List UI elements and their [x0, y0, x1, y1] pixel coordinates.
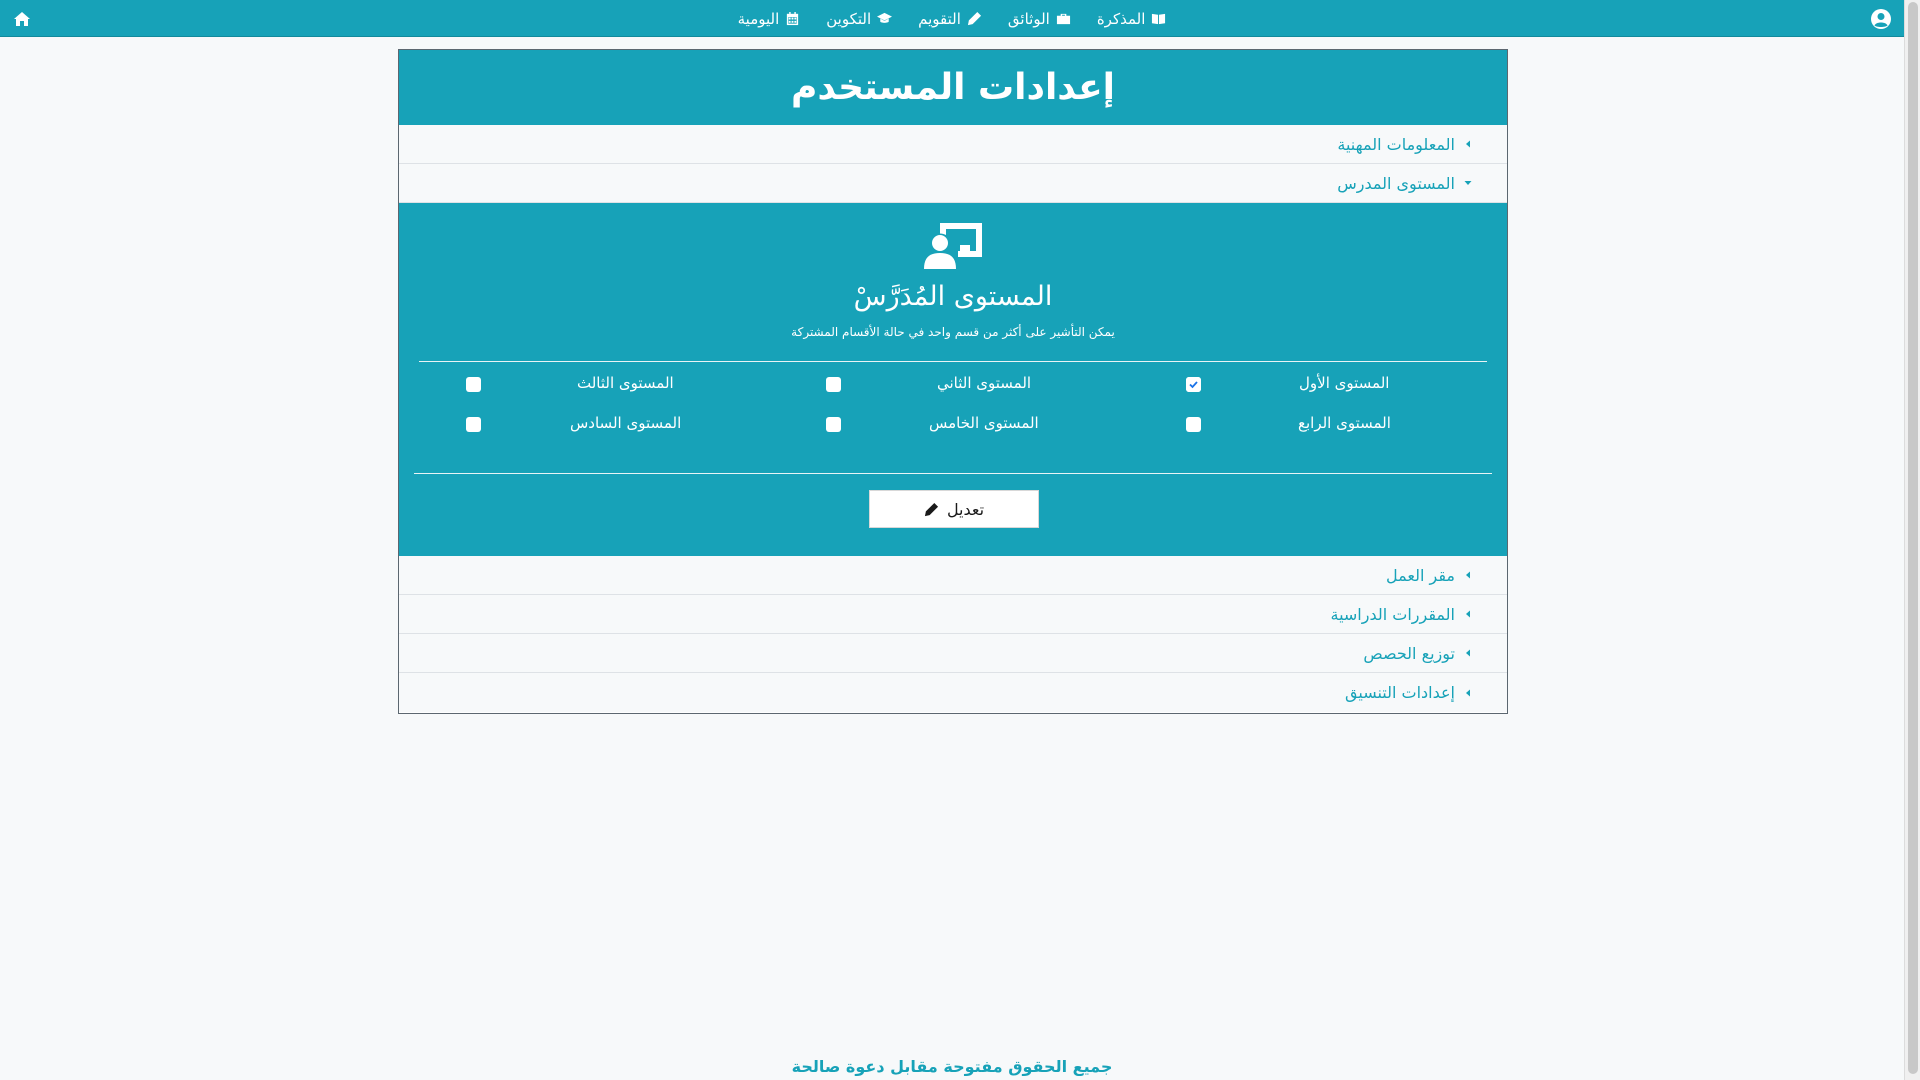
- nav-label: اليومية: [737, 9, 780, 28]
- accordion-label: المقررات الدراسية: [1330, 604, 1455, 624]
- level-6-checkbox[interactable]: [466, 417, 481, 432]
- nav-item-evaluation[interactable]: التقويم: [918, 10, 982, 28]
- caret-left-icon: [1466, 140, 1470, 148]
- nav-label: الوثائق: [1007, 9, 1050, 28]
- user-circle-icon[interactable]: [1870, 8, 1892, 30]
- nav-item-training[interactable]: التكوين: [826, 9, 893, 28]
- accordion-label: إعدادات التنسيق: [1345, 683, 1455, 702]
- accordion-label: مقر العمل: [1386, 565, 1455, 585]
- accordion-format-settings[interactable]: إعدادات التنسيق: [399, 673, 1507, 712]
- nav-item-notebook[interactable]: المذكرة: [1097, 10, 1167, 28]
- level-3-label: المستوى الثالث: [577, 374, 674, 392]
- caret-down-icon: [1464, 181, 1472, 185]
- accordion-workplace[interactable]: مقر العمل: [399, 556, 1507, 595]
- caret-left-icon: [1466, 610, 1470, 618]
- caret-left-icon: [1466, 649, 1470, 657]
- edit-button-label: تعديل: [946, 499, 985, 519]
- caret-left-icon: [1466, 571, 1470, 579]
- main-nav: المذكرة الوثائق التقويم التكوين اليومية: [0, 0, 1904, 37]
- level-3-checkbox[interactable]: [466, 377, 481, 392]
- edit-button[interactable]: تعديل: [869, 490, 1039, 528]
- accordion-label: المستوى المدرس: [1337, 173, 1455, 193]
- caret-left-icon: [1466, 689, 1470, 696]
- calendar-icon: [787, 11, 799, 26]
- accordion-professional-info[interactable]: المعلومات المهنية: [399, 125, 1507, 164]
- level-5-label: المستوى الخامس: [929, 414, 1039, 432]
- level-4-label: المستوى الرابع: [1298, 414, 1391, 432]
- accordion-curricula[interactable]: المقررات الدراسية: [399, 595, 1507, 634]
- page-title: إعدادات المستخدم: [399, 50, 1507, 125]
- nav-item-documents[interactable]: الوثائق: [1008, 10, 1071, 28]
- level-1-checkbox[interactable]: [1186, 377, 1201, 392]
- level-5-checkbox[interactable]: [826, 417, 841, 432]
- pencil-icon: [924, 502, 938, 516]
- user-settings-card: إعدادات المستخدم المعلومات المهنية المست…: [398, 49, 1508, 714]
- level-2-checkbox[interactable]: [826, 377, 841, 392]
- footer-text: جميع الحقوق مفتوحة مقابل دعوة صالحة: [791, 1057, 1113, 1076]
- nav-label: التقويم: [918, 9, 961, 28]
- accordion-label: توزيع الحصص: [1363, 643, 1455, 663]
- chalkboard-teacher-icon: [924, 223, 982, 269]
- pencil-icon: [967, 11, 981, 26]
- graduation-cap-icon: [877, 12, 893, 23]
- panel-title: المستوى المُدَرَّسْ: [853, 281, 1053, 312]
- accordion-timetable[interactable]: توزيع الحصص: [399, 634, 1507, 673]
- nav-item-daily[interactable]: اليومية: [738, 10, 801, 28]
- vertical-scrollbar[interactable]: [1904, 0, 1920, 1080]
- accordion-label: المعلومات المهنية: [1337, 134, 1455, 154]
- level-1-label: المستوى الأول: [1299, 374, 1390, 392]
- top-navbar: المذكرة الوثائق التقويم التكوين اليومية: [0, 0, 1904, 37]
- teaching-level-panel: المستوى المُدَرَّسْ يمكن التأشير على أكث…: [399, 203, 1507, 556]
- divider: [419, 361, 1487, 362]
- level-6-label: المستوى السادس: [570, 414, 682, 432]
- briefcase-icon: [1056, 13, 1070, 25]
- scrollbar-thumb[interactable]: [1908, 2, 1918, 1074]
- nav-label: المذكرة: [1096, 9, 1146, 28]
- level-4-checkbox[interactable]: [1186, 417, 1201, 432]
- check-icon: [1186, 377, 1201, 392]
- nav-label: التكوين: [826, 9, 872, 28]
- book-open-icon: [1152, 13, 1166, 25]
- level-2-label: المستوى الثاني: [937, 374, 1032, 392]
- panel-subtitle: يمكن التأشير على أكثر من قسم واحد في حال…: [791, 325, 1115, 339]
- divider: [414, 473, 1492, 474]
- accordion-teaching-level[interactable]: المستوى المدرس: [399, 164, 1507, 203]
